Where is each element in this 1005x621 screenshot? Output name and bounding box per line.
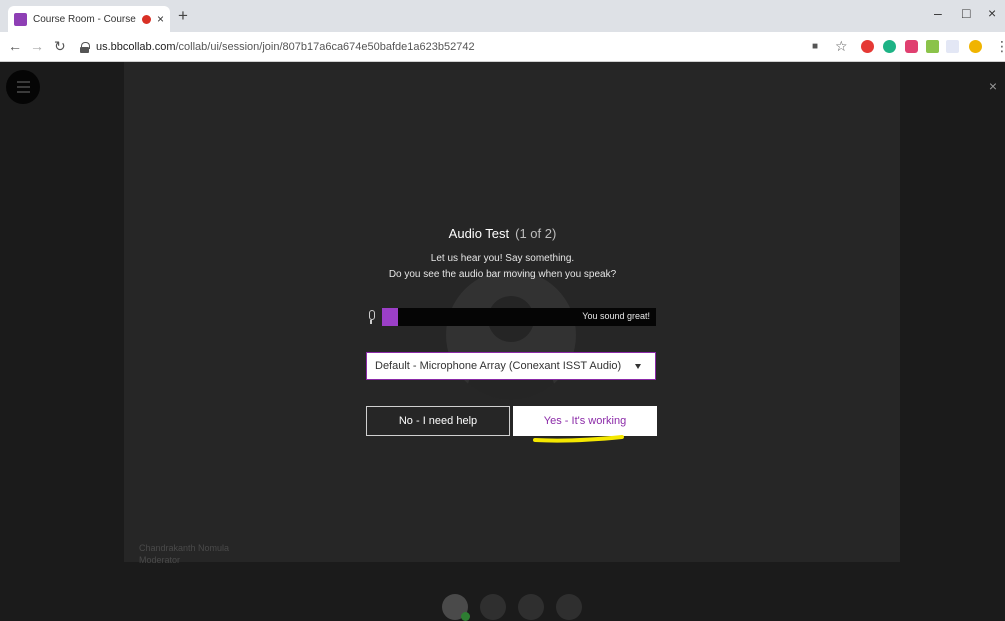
reload-icon[interactable]: ↻ bbox=[54, 38, 66, 55]
microphone-icon bbox=[366, 310, 376, 324]
its-working-button[interactable]: Yes - It's working bbox=[513, 406, 657, 436]
audio-meter: You sound great! bbox=[366, 308, 656, 326]
url-path: /collab/ui/session/join/807b17a6ca674e50… bbox=[175, 41, 475, 53]
kebab-menu-icon[interactable]: ⋮ bbox=[995, 38, 1005, 55]
camera-toggle-button[interactable] bbox=[518, 594, 544, 620]
chevron-down-icon bbox=[635, 363, 641, 369]
window-close-button[interactable]: × bbox=[988, 5, 996, 21]
url-field[interactable]: us.bbcollab.com/collab/ui/session/join/8… bbox=[80, 36, 800, 58]
dialog-prompt-line-1: Let us hear you! Say something. bbox=[430, 253, 575, 264]
back-arrow-icon[interactable]: ← bbox=[8, 38, 22, 54]
word-extension-icon[interactable] bbox=[946, 40, 959, 53]
dialog-title: Audio Test (1 of 2) bbox=[0, 226, 1005, 241]
participant-label: Chandrakanth Nomula Moderator bbox=[139, 542, 229, 566]
participant-avatar-icon bbox=[446, 270, 576, 400]
audio-meter-track: You sound great! bbox=[382, 308, 656, 326]
my-status-button[interactable] bbox=[442, 594, 470, 621]
microphone-select[interactable]: Default - Microphone Array (Conexant ISS… bbox=[366, 352, 656, 380]
browser-tab-bar: Course Room - Course Room × + – □ × bbox=[0, 0, 1005, 32]
microphone-toggle-button[interactable] bbox=[480, 594, 506, 620]
new-tab-button[interactable]: + bbox=[178, 6, 188, 26]
menu-bar-icon bbox=[16, 81, 30, 83]
collaborate-favicon-icon bbox=[14, 12, 27, 26]
lock-icon bbox=[80, 42, 90, 53]
recording-icon bbox=[141, 14, 151, 24]
minimize-button[interactable]: – bbox=[934, 5, 942, 21]
camera-icon[interactable]: ■ bbox=[812, 41, 818, 52]
menu-bar-icon bbox=[16, 86, 30, 88]
menu-bar-icon bbox=[16, 91, 30, 93]
dialog-step: (1 of 2) bbox=[515, 226, 557, 241]
extension-icon[interactable] bbox=[905, 40, 918, 53]
forward-arrow-icon[interactable]: → bbox=[30, 38, 44, 54]
participant-role: Moderator bbox=[139, 555, 181, 565]
microphone-select-value: Default - Microphone Array (Conexant ISS… bbox=[375, 360, 622, 372]
bookmark-star-icon[interactable]: ☆ bbox=[835, 38, 848, 55]
need-help-button[interactable]: No - I need help bbox=[366, 406, 510, 436]
url-host: us.bbcollab.com bbox=[96, 41, 176, 53]
session-area: × Chandrakanth Nomula Moderator Audio Te… bbox=[0, 62, 1005, 621]
session-menu-button[interactable] bbox=[6, 70, 40, 104]
media-controls bbox=[442, 594, 582, 621]
audio-meter-status: You sound great! bbox=[582, 311, 650, 321]
address-bar: ← → ↻ us.bbcollab.com/collab/ui/session/… bbox=[0, 32, 1005, 62]
browser-tab[interactable]: Course Room - Course Room × bbox=[8, 6, 170, 32]
profile-avatar-icon[interactable] bbox=[969, 40, 982, 53]
grammarly-extension-icon[interactable] bbox=[883, 40, 896, 53]
participant-name: Chandrakanth Nomula bbox=[139, 543, 230, 553]
dialog-title-text: Audio Test bbox=[448, 226, 510, 241]
raise-hand-button[interactable] bbox=[556, 594, 582, 620]
plant-extension-icon[interactable] bbox=[926, 40, 939, 53]
maximize-button[interactable]: □ bbox=[962, 5, 970, 21]
dialog-prompt-line-2: Do you see the audio bar moving when you… bbox=[388, 269, 617, 280]
tab-title: Course Room - Course Room bbox=[33, 13, 138, 25]
tab-close-icon[interactable]: × bbox=[157, 12, 164, 26]
adblock-extension-icon[interactable] bbox=[861, 40, 874, 53]
audio-meter-fill bbox=[382, 308, 399, 326]
highlight-underline bbox=[533, 435, 624, 443]
dialog-close-button[interactable]: × bbox=[989, 78, 997, 94]
